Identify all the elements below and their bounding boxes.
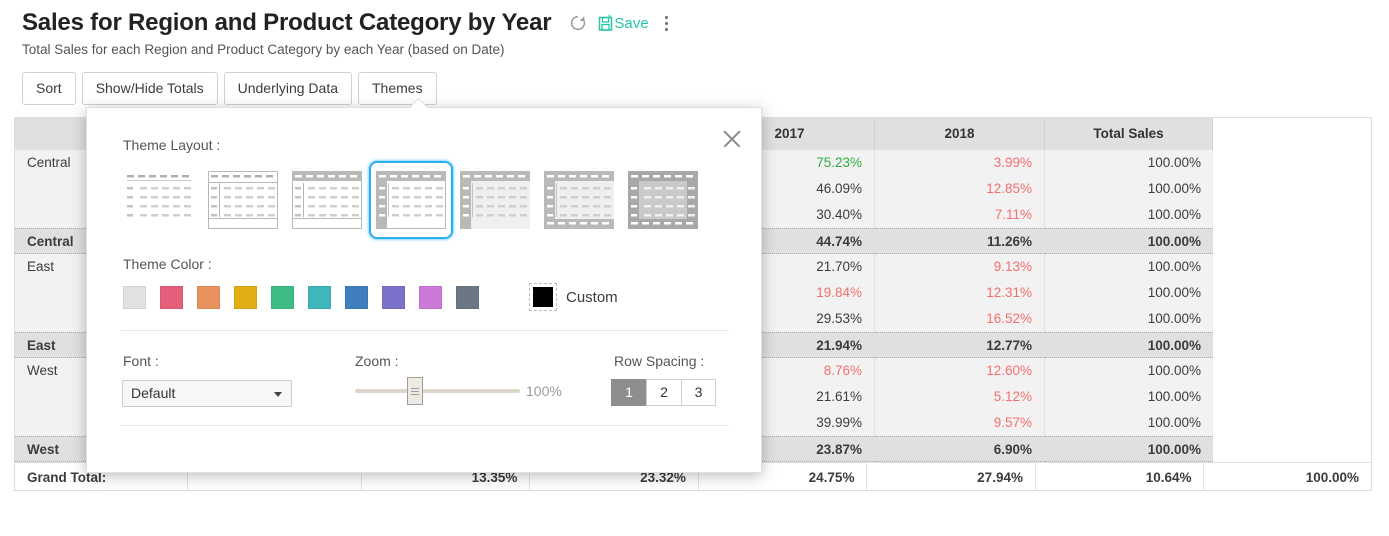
zoom-slider-thumb[interactable] xyxy=(407,377,423,405)
cell-value: 7.11% xyxy=(875,202,1045,228)
layout-header-row-band-filled-icon xyxy=(460,171,530,229)
theme-layout-options xyxy=(117,161,705,239)
layout-outline-icon xyxy=(208,171,278,229)
cell-value: 16.52% xyxy=(875,306,1045,332)
show-hide-totals-button[interactable]: Show/Hide Totals xyxy=(82,72,218,105)
divider-2 xyxy=(121,425,729,426)
cell-value: 9.57% xyxy=(875,410,1045,436)
cell-value: 100.00% xyxy=(1045,436,1213,462)
row-spacing-option-3[interactable]: 3 xyxy=(681,379,716,406)
cell-value: 12.60% xyxy=(875,358,1045,384)
cell-value: 100.00% xyxy=(1045,150,1213,176)
cell-value: 100.00% xyxy=(1045,358,1213,384)
theme-layout-layout-full-band[interactable] xyxy=(621,161,705,239)
theme-color-options: Custom xyxy=(123,283,618,311)
chevron-down-icon xyxy=(274,392,282,397)
cell-value: 100.00% xyxy=(1045,202,1213,228)
theme-layout-layout-plain[interactable] xyxy=(117,161,201,239)
layout-header-band-icon xyxy=(292,171,362,229)
column-header-total-sales[interactable]: Total Sales xyxy=(1045,118,1213,150)
theme-color-swatch-blue[interactable] xyxy=(345,286,368,309)
cell-value: 100.00% xyxy=(1045,176,1213,202)
zoom-label: Zoom : xyxy=(355,353,399,369)
divider-1 xyxy=(121,330,729,331)
theme-color-swatch-white[interactable] xyxy=(123,286,146,309)
themes-panel: Theme Layout : Theme Color : Custom Font… xyxy=(86,107,762,473)
save-label: Save xyxy=(614,15,648,32)
row-spacing-options: 123 xyxy=(611,379,716,406)
cell-value: 3.99% xyxy=(875,150,1045,176)
theme-color-swatch-red[interactable] xyxy=(160,286,183,309)
cell-value: 100.00% xyxy=(1045,228,1213,254)
row-spacing-option-1[interactable]: 1 xyxy=(611,379,646,406)
cell-value: 12.77% xyxy=(875,332,1045,358)
cell-value: 5.12% xyxy=(875,384,1045,410)
cell-value: 9.13% xyxy=(875,254,1045,280)
custom-color-group: Custom xyxy=(529,283,618,311)
layout-header-and-row-band-icon xyxy=(376,171,446,229)
svg-text:*: * xyxy=(608,14,612,23)
theme-color-swatch-green[interactable] xyxy=(271,286,294,309)
cell-value: 100.00% xyxy=(1045,280,1213,306)
theme-layout-layout-outline[interactable] xyxy=(201,161,285,239)
cell-grand-total-value: 100.00% xyxy=(1204,462,1371,491)
theme-color-swatch-slate[interactable] xyxy=(456,286,479,309)
zoom-slider[interactable]: 100% xyxy=(355,383,562,399)
cell-value: 12.85% xyxy=(875,176,1045,202)
font-label: Font : xyxy=(123,353,159,369)
custom-color-swatch[interactable] xyxy=(529,283,557,311)
underlying-data-button[interactable]: Underlying Data xyxy=(224,72,352,105)
cell-value: 100.00% xyxy=(1045,254,1213,280)
cell-value: 100.00% xyxy=(1045,410,1213,436)
layout-plain-icon xyxy=(124,171,194,229)
theme-layout-layout-header-row-band-filled[interactable] xyxy=(453,161,537,239)
save-button[interactable]: * Save xyxy=(597,14,648,33)
toolbar: Sort Show/Hide Totals Underlying Data Th… xyxy=(22,72,437,105)
page-header: Sales for Region and Product Category by… xyxy=(22,8,674,57)
theme-layout-layout-header-band[interactable] xyxy=(285,161,369,239)
cell-grand-total-value: 10.64% xyxy=(1036,462,1205,491)
font-value: Default xyxy=(131,385,175,401)
column-header-2018[interactable]: 2018 xyxy=(875,118,1045,150)
cell-grand-total-value: 27.94% xyxy=(867,462,1036,491)
theme-color-label: Theme Color : xyxy=(123,256,212,272)
theme-layout-layout-header-and-row-band[interactable] xyxy=(369,161,453,239)
kebab-menu-icon[interactable] xyxy=(659,12,674,35)
theme-color-swatch-orange[interactable] xyxy=(197,286,220,309)
zoom-slider-track[interactable] xyxy=(355,389,520,393)
row-spacing-option-2[interactable]: 2 xyxy=(646,379,681,406)
cell-value: 100.00% xyxy=(1045,306,1213,332)
page-subtitle: Total Sales for each Region and Product … xyxy=(22,42,674,57)
cell-value: 100.00% xyxy=(1045,332,1213,358)
theme-layout-layout-header-footer-band[interactable] xyxy=(537,161,621,239)
row-spacing-label: Row Spacing : xyxy=(614,353,704,369)
popover-arrow xyxy=(409,98,427,108)
zoom-value: 100% xyxy=(526,383,562,399)
close-icon[interactable] xyxy=(719,126,745,152)
cell-value: 6.90% xyxy=(875,436,1045,462)
layout-header-footer-band-icon xyxy=(544,171,614,229)
page-title: Sales for Region and Product Category by… xyxy=(22,8,551,38)
custom-color-label: Custom xyxy=(566,289,618,306)
theme-color-swatch-yellow[interactable] xyxy=(234,286,257,309)
font-select[interactable]: Default xyxy=(122,380,292,407)
refresh-icon[interactable] xyxy=(569,14,587,32)
theme-color-swatch-teal[interactable] xyxy=(308,286,331,309)
cell-value: 11.26% xyxy=(875,228,1045,254)
cell-value: 12.31% xyxy=(875,280,1045,306)
cell-value: 100.00% xyxy=(1045,384,1213,410)
theme-color-swatch-magenta[interactable] xyxy=(419,286,442,309)
sort-button[interactable]: Sort xyxy=(22,72,76,105)
theme-color-swatch-purple[interactable] xyxy=(382,286,405,309)
layout-full-band-icon xyxy=(628,171,698,229)
theme-layout-label: Theme Layout : xyxy=(123,137,220,153)
